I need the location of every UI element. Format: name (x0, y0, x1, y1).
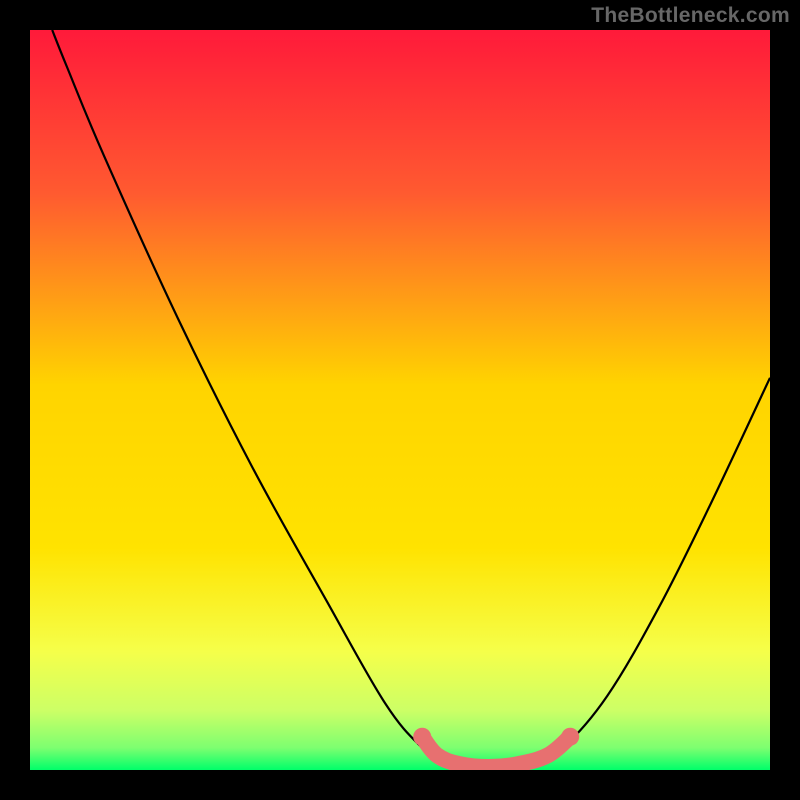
watermark-text: TheBottleneck.com (591, 4, 790, 28)
chart-background (30, 30, 770, 770)
chart-plot-area (30, 30, 770, 770)
overlay-dot-right (561, 728, 579, 746)
chart-svg (30, 30, 770, 770)
overlay-dot-left (413, 728, 431, 746)
